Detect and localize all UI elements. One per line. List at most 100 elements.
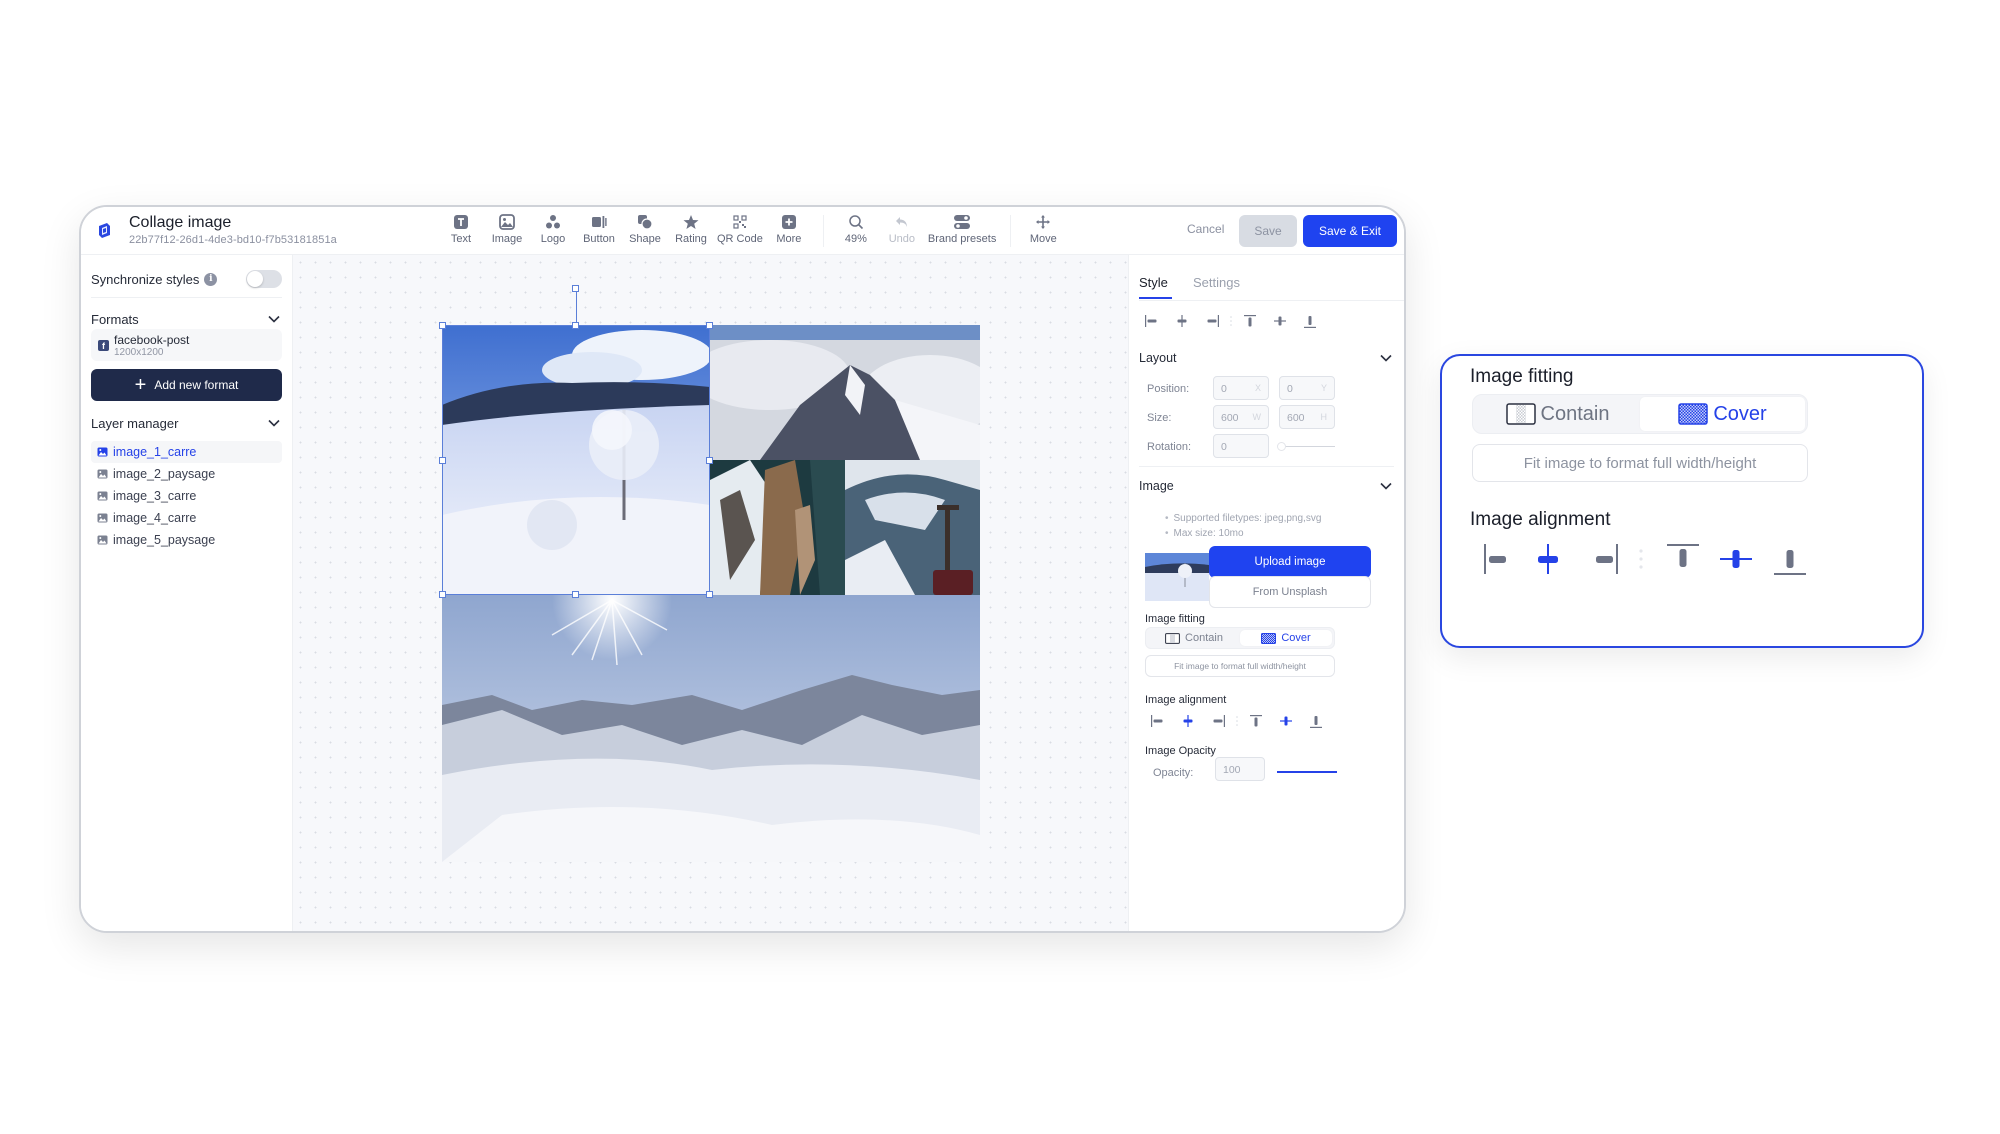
from-unsplash-button[interactable]: From Unsplash — [1209, 576, 1371, 608]
align-top-icon[interactable] — [1665, 542, 1701, 576]
tool-label: Rating — [675, 233, 707, 245]
rotation-line — [576, 289, 577, 326]
tab-style[interactable]: Style — [1139, 275, 1172, 299]
magnifier-icon — [849, 215, 863, 230]
callout-image-alignment-title: Image alignment — [1470, 509, 1611, 530]
image-fitting-title: Image fitting — [1145, 613, 1205, 625]
zoom-level: 49% — [844, 233, 867, 245]
qr-code-icon — [733, 215, 747, 229]
undo-button[interactable]: Undo — [882, 213, 922, 245]
formats-section-header[interactable]: Formats — [91, 309, 280, 329]
tool-image-button[interactable]: Image — [487, 213, 527, 245]
layer-item[interactable]: image_4_carre — [91, 507, 282, 529]
position-x-input[interactable]: 0X — [1213, 376, 1269, 400]
callout-fit-contain-option[interactable]: Contain — [1475, 397, 1640, 431]
info-icon[interactable]: i — [204, 272, 218, 286]
tool-rating-button[interactable]: Rating — [671, 213, 711, 245]
layer-manager-title: Layer manager — [91, 415, 179, 431]
image-layer-icon — [97, 535, 108, 545]
fit-cover-option[interactable]: Cover — [1240, 630, 1332, 646]
layer-manager-section-header[interactable]: Layer manager — [91, 413, 280, 433]
tool-button-button[interactable]: Button — [579, 213, 619, 245]
move-button[interactable]: Move — [1023, 213, 1063, 245]
toolbar-divider — [822, 215, 824, 247]
position-y-input[interactable]: 0Y — [1279, 376, 1335, 400]
collage-image-1[interactable] — [442, 325, 710, 595]
alpine-panorama-photo — [442, 595, 980, 862]
rotation-slider-handle[interactable] — [1277, 442, 1286, 451]
layer-item[interactable]: image_2_paysage — [91, 463, 282, 485]
layer-item[interactable]: image_1_carre — [91, 441, 282, 463]
opacity-input[interactable]: 100 — [1215, 757, 1265, 781]
image-section-header[interactable]: Image — [1139, 479, 1392, 493]
zoom-button[interactable]: 49% — [836, 213, 876, 245]
image-layer-icon — [97, 469, 108, 479]
design-canvas[interactable] — [293, 255, 1128, 931]
align-right-icon[interactable] — [1590, 542, 1622, 576]
align-middle-icon[interactable] — [1718, 542, 1754, 576]
format-name: facebook-post — [114, 333, 190, 347]
tool-qr-code-button[interactable]: QR Code — [717, 213, 763, 245]
upload-requirements-list: Supported filetypes: jpeg,png,svg Max si… — [1165, 511, 1322, 541]
align-left-button[interactable] — [1137, 311, 1167, 331]
image-align-left-button[interactable] — [1143, 711, 1173, 731]
image-align-middle-button[interactable] — [1271, 711, 1301, 731]
align-middle-button[interactable] — [1265, 311, 1295, 331]
layer-item[interactable]: image_3_carre — [91, 485, 282, 507]
save-button[interactable]: Save — [1239, 215, 1297, 247]
align-right-button[interactable] — [1197, 311, 1227, 331]
align-bottom-icon — [1304, 316, 1316, 328]
tool-more-button[interactable]: More — [769, 213, 809, 245]
image-align-center-button[interactable] — [1173, 711, 1203, 731]
synchronize-styles-toggle[interactable] — [246, 270, 282, 288]
fit-full-width-height-button[interactable]: Fit image to format full width/height — [1145, 655, 1335, 677]
opacity-label: Opacity: — [1153, 767, 1194, 779]
align-left-icon[interactable] — [1480, 542, 1512, 576]
format-size: 1200x1200 — [114, 347, 164, 358]
tab-settings[interactable]: Settings — [1193, 275, 1240, 290]
size-height-input[interactable]: 600 H — [1279, 405, 1335, 429]
align-top-button[interactable] — [1235, 311, 1265, 331]
fit-option-label: Cover — [1281, 632, 1311, 644]
properties-panel: Style Settings Layout Position: 0X 0Y Si… — [1128, 255, 1404, 931]
tool-shape-button[interactable]: Shape — [625, 213, 665, 245]
fit-option-label: Contain — [1540, 402, 1610, 425]
requirement-item: Max size: 10mo — [1165, 526, 1321, 541]
rotate-handle[interactable] — [572, 285, 579, 292]
format-item-facebook-post[interactable]: f facebook-post 1200x1200 — [91, 329, 282, 361]
tool-text-button[interactable]: Text — [441, 213, 481, 245]
element-alignment-row — [1137, 311, 1325, 331]
cable-car-photo — [845, 460, 980, 595]
cancel-button[interactable]: Cancel — [1187, 222, 1224, 236]
rotation-input[interactable]: 0 — [1213, 434, 1269, 458]
page-title: Collage image — [129, 214, 232, 231]
opacity-slider[interactable] — [1277, 771, 1337, 773]
save-and-exit-button[interactable]: Save & Exit — [1303, 215, 1397, 247]
fit-contain-option[interactable]: Contain — [1148, 630, 1240, 646]
align-bottom-icon[interactable] — [1772, 542, 1808, 578]
align-center-button[interactable] — [1167, 311, 1197, 331]
tool-logo-button[interactable]: Logo — [533, 213, 573, 245]
image-align-bottom-button[interactable] — [1301, 711, 1331, 731]
header-bar: Collage image 22b77f12-26d1-4de3-bd10-f7… — [81, 207, 1404, 255]
collage-image-3[interactable] — [710, 460, 845, 595]
chevron-down-icon — [1380, 354, 1392, 362]
callout-fit-cover-option[interactable]: Cover — [1640, 397, 1805, 431]
brand-presets-button[interactable]: Brand presets — [928, 213, 996, 245]
rotation-slider[interactable] — [1279, 446, 1335, 447]
align-bottom-button[interactable] — [1295, 311, 1325, 331]
layer-list: image_1_carre image_2_paysage image_3_ca… — [91, 441, 282, 551]
align-center-icon[interactable] — [1532, 542, 1564, 576]
size-width-input[interactable]: 600 W — [1213, 405, 1269, 429]
collage-image-2[interactable] — [710, 325, 980, 460]
callout-fit-full-width-height-button[interactable]: Fit image to format full width/height — [1472, 444, 1808, 482]
image-align-right-button[interactable] — [1203, 711, 1233, 731]
layout-section-header[interactable]: Layout — [1139, 351, 1392, 365]
layer-item[interactable]: image_5_paysage — [91, 529, 282, 551]
collage-image-4[interactable] — [845, 460, 980, 595]
collage-image-5[interactable] — [442, 595, 980, 862]
image-align-top-button[interactable] — [1241, 711, 1271, 731]
add-new-format-button[interactable]: + Add new format — [91, 369, 282, 401]
upload-image-button[interactable]: Upload image — [1209, 546, 1371, 578]
tool-label: Button — [583, 233, 615, 245]
